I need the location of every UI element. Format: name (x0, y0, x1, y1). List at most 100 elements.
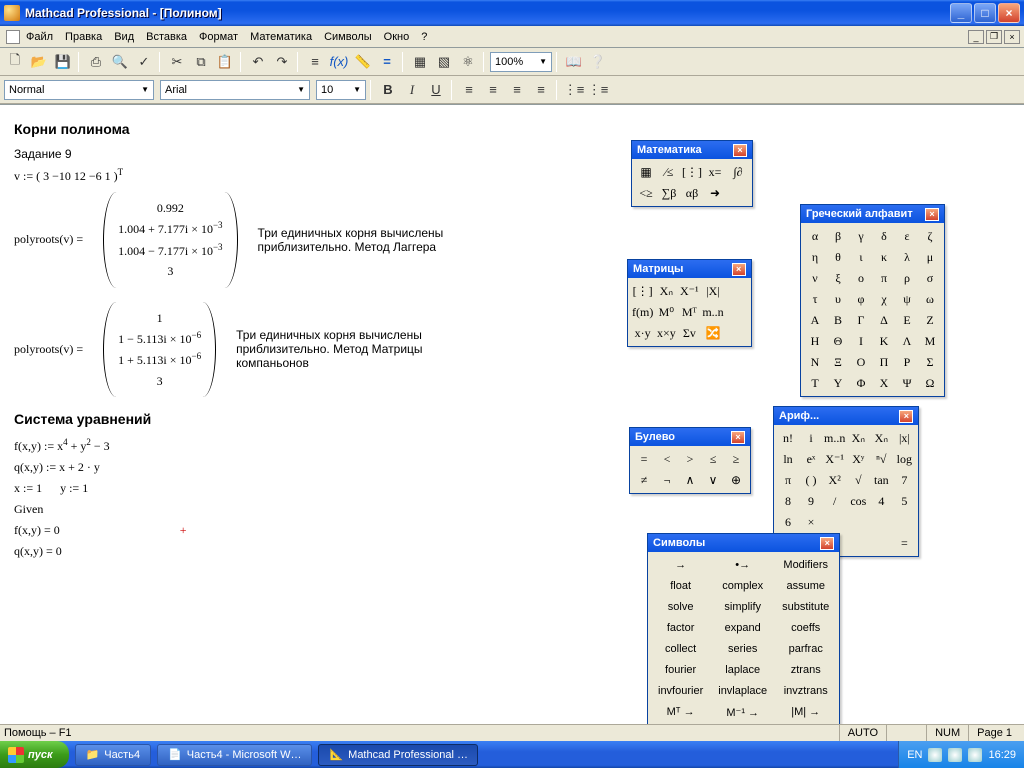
palette-cell[interactable]: √ (847, 470, 869, 490)
palette-cell[interactable]: assume (775, 576, 836, 596)
palette-title[interactable]: Математика× (632, 141, 752, 159)
palette-cell[interactable]: float (651, 576, 710, 596)
palette-cell[interactable]: / (823, 491, 846, 511)
italic-button[interactable]: I (401, 79, 423, 101)
tray-icon[interactable] (948, 748, 962, 762)
palette-cell[interactable]: ▦ (635, 162, 657, 182)
palette-cell[interactable]: 6 (777, 512, 799, 532)
palette-cell[interactable]: = (893, 533, 915, 553)
palette-close-icon[interactable]: × (732, 263, 746, 276)
palette-cell[interactable]: ¬ (656, 470, 678, 490)
palette-close-icon[interactable]: × (925, 208, 939, 221)
zoom-combo[interactable]: 100% ▼ (490, 52, 552, 72)
palette-cell[interactable]: M⁰ (655, 302, 677, 322)
menu-help[interactable]: ? (421, 31, 427, 43)
cut-icon[interactable]: ✂ (166, 51, 188, 73)
palette-title[interactable]: Символы× (648, 534, 839, 552)
palette-cell[interactable]: i (800, 428, 822, 448)
align-justify-button[interactable]: ≡ (530, 79, 552, 101)
numbering-button[interactable]: ⋮≡ (587, 79, 609, 101)
tray-icon[interactable] (928, 748, 942, 762)
palette-cell[interactable]: Ω (919, 373, 941, 393)
palette-cell[interactable]: × (800, 512, 822, 532)
palette-cell[interactable] (726, 323, 748, 343)
palette-cell[interactable]: 5 (893, 491, 915, 511)
print-icon[interactable]: ⎙ (85, 51, 107, 73)
palette-cell[interactable]: Π (873, 352, 895, 372)
tray-icon[interactable] (968, 748, 982, 762)
palette-cell[interactable]: Τ (804, 373, 826, 393)
menu-view[interactable]: Вид (114, 31, 134, 43)
palette-cell[interactable]: ztrans (775, 660, 836, 680)
palette-cell[interactable]: ln (777, 449, 799, 469)
palette-close-icon[interactable]: × (731, 431, 745, 444)
palette-cell[interactable]: Μ (919, 331, 941, 351)
palette-title[interactable]: Булево× (630, 428, 750, 446)
palette-cell[interactable]: ( ) (800, 470, 822, 490)
palette-cell[interactable]: series (711, 639, 774, 659)
palette-cell[interactable]: substitute (775, 597, 836, 617)
palette-cell[interactable]: Σv (678, 323, 700, 343)
palette-cell[interactable]: Mᵀ (678, 302, 700, 322)
palette-cell[interactable]: parfrac (775, 639, 836, 659)
palette-cell[interactable]: Ο (850, 352, 872, 372)
close-button[interactable]: × (998, 3, 1020, 23)
palette-cell[interactable]: 4 (870, 491, 892, 511)
palette-cell[interactable]: m..n (823, 428, 846, 448)
palette-cell[interactable]: α (804, 226, 826, 246)
palette-cell[interactable]: Ι (850, 331, 872, 351)
unit-icon[interactable]: 📏 (352, 51, 374, 73)
resource-icon[interactable]: 📖 (563, 51, 585, 73)
maximize-button[interactable]: □ (974, 3, 996, 23)
palette-cell[interactable]: υ (827, 289, 849, 309)
palette-cell[interactable]: log (893, 449, 915, 469)
palette-cell[interactable]: solve (651, 597, 710, 617)
palette-cell[interactable]: η (804, 247, 826, 267)
menu-math[interactable]: Математика (250, 31, 312, 43)
palette-cell[interactable]: 7 (893, 470, 915, 490)
palette-cell[interactable]: ≥ (725, 449, 747, 469)
help-icon[interactable]: ❔ (587, 51, 609, 73)
align-left-button[interactable]: ≡ (458, 79, 480, 101)
palette-close-icon[interactable]: × (820, 537, 834, 550)
palette-cell[interactable]: collect (651, 639, 710, 659)
palette-cell[interactable]: Ε (896, 310, 918, 330)
minimize-button[interactable]: _ (950, 3, 972, 23)
bold-button[interactable]: B (377, 79, 399, 101)
font-combo[interactable]: Arial ▼ (160, 80, 310, 100)
palette-cell[interactable]: κ (873, 247, 895, 267)
palette-cell[interactable]: Φ (850, 373, 872, 393)
palette-cell[interactable]: ε (896, 226, 918, 246)
palette-cell[interactable]: |M| → (775, 702, 836, 722)
palette-greek[interactable]: Греческий алфавит×αβγδεζηθικλμνξοπρστυφχ… (800, 204, 945, 397)
palette-cell[interactable]: δ (873, 226, 895, 246)
palette-cell[interactable]: laplace (711, 660, 774, 680)
palette-cell[interactable]: Η (804, 331, 826, 351)
palette-cell[interactable]: factor (651, 618, 710, 638)
palette-cell[interactable]: cos (847, 491, 869, 511)
palette-cell[interactable]: coeffs (775, 618, 836, 638)
palette-cell[interactable]: x×y (655, 323, 677, 343)
palette-cell[interactable]: fourier (651, 660, 710, 680)
palette-cell[interactable]: •→ (711, 555, 774, 575)
function-icon[interactable]: f(x) (328, 51, 350, 73)
palette-title[interactable]: Греческий алфавит× (801, 205, 944, 223)
palette-cell[interactable]: σ (919, 268, 941, 288)
palette-cell[interactable]: Λ (896, 331, 918, 351)
palette-cell[interactable]: φ (850, 289, 872, 309)
palette-cell[interactable]: ψ (896, 289, 918, 309)
palette-cell[interactable]: θ (827, 247, 849, 267)
palette-cell[interactable]: f(m) (631, 302, 654, 322)
palette-cell[interactable]: ∑β (658, 183, 680, 203)
palette-cell[interactable]: |X| (701, 281, 724, 301)
palette-cell[interactable]: ι (850, 247, 872, 267)
align-center-button[interactable]: ≡ (482, 79, 504, 101)
palette-cell[interactable]: Χ (873, 373, 895, 393)
palette-cell[interactable] (893, 512, 915, 532)
palette-cell[interactable]: X² (823, 470, 846, 490)
palette-cell[interactable]: ∧ (679, 470, 701, 490)
palette-cell[interactable]: Xₙ (847, 428, 869, 448)
palette-cell[interactable] (870, 512, 892, 532)
align-right-button[interactable]: ≡ (506, 79, 528, 101)
palette-cell[interactable]: ο (850, 268, 872, 288)
